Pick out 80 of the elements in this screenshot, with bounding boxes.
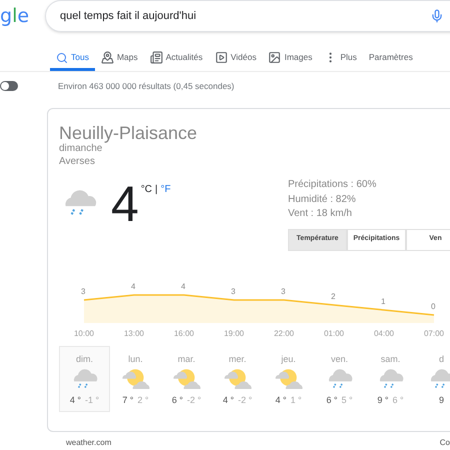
low-temperature: -2 °	[238, 394, 252, 407]
search-tab[interactable]: Tous	[50, 47, 95, 71]
time-label: 10:00	[72, 328, 96, 340]
search-tab[interactable]: Maps	[94, 47, 144, 71]
search-field[interactable]: quel temps fait il aujourd'hui	[45, 0, 450, 32]
temperature-value: 4	[111, 178, 139, 230]
time-label: 07:00	[422, 328, 446, 340]
day-name: mar.	[178, 352, 196, 366]
search-icon	[56, 52, 68, 64]
low-temperature: -2 °	[187, 394, 202, 407]
microphone-icon[interactable]	[430, 9, 444, 23]
sun-cloud-icon	[272, 366, 304, 392]
safesearch-toggle[interactable]	[0, 81, 18, 91]
day-name: d	[438, 352, 444, 366]
high-temperature: 4 °	[222, 394, 234, 407]
data-label: 2	[331, 292, 336, 300]
data-label: 3	[231, 286, 236, 296]
image-icon	[268, 51, 282, 64]
data-label: 3	[281, 286, 286, 296]
time-label: 16:00	[172, 328, 196, 340]
search-tab[interactable]: Actualités	[144, 47, 209, 71]
low-temperature: -1 °	[85, 394, 100, 407]
high-temperature: 4 °	[275, 394, 286, 407]
condition-label: Averses	[59, 155, 96, 168]
search-tab[interactable]: Images	[262, 47, 318, 71]
day-name: ven.	[330, 352, 348, 366]
day-forecast[interactable]: ven. 6 ° 5 °	[314, 346, 365, 412]
time-label: 04:00	[372, 328, 396, 340]
time-label: 19:00	[222, 328, 246, 340]
day-name: dim.	[76, 352, 93, 366]
weather-detail: Humidité : 82%	[288, 192, 357, 206]
day-forecast[interactable]: lun. 7 ° 2 °	[110, 346, 161, 412]
day-name: jeu.	[281, 352, 296, 366]
high-temperature: 9	[438, 394, 444, 407]
search-tab[interactable]: Plus	[318, 47, 363, 71]
time-label: 01:00	[322, 328, 346, 340]
sun-cloud-icon	[222, 366, 254, 392]
low-temperature: 1 °	[290, 394, 302, 407]
data-label: 1	[381, 296, 386, 306]
high-temperature: 4 °	[70, 394, 81, 407]
time-label: 13:00	[122, 328, 146, 340]
high-temperature: 6 °	[326, 394, 338, 407]
low-temperature: 2 °	[138, 394, 149, 407]
day-forecast[interactable]: dim. 4 ° -1 °	[59, 346, 110, 412]
result-stats: Environ 463 000 000 résultats (0,45 secondes)	[58, 80, 234, 92]
search-tab[interactable]: Paramètres	[362, 47, 419, 71]
location-title: Neuilly-Plaisance	[59, 123, 198, 143]
sun-cloud-icon	[120, 366, 152, 392]
celsius-unit[interactable]: °C	[140, 182, 152, 197]
unit-separator: |	[155, 183, 158, 197]
data-label: 0	[431, 302, 436, 310]
fahrenheit-unit[interactable]: °F	[160, 182, 171, 197]
high-temperature: 6 °	[172, 394, 183, 407]
weather-detail: Vent : 18 km/h	[288, 207, 353, 221]
day-name: lun.	[128, 352, 143, 366]
source-link[interactable]: weather.com	[66, 437, 112, 449]
day-forecast[interactable]: sam. 9 ° 6 °	[365, 346, 416, 412]
day-forecast[interactable]: mer. 4 ° -2 °	[212, 346, 263, 412]
newspaper-icon	[150, 51, 163, 64]
weather-detail: Précipitations : 60%	[288, 178, 378, 192]
day-forecast[interactable]: jeu. 4 ° 1 °	[263, 346, 314, 412]
high-temperature: 9 °	[377, 394, 388, 407]
day-label: dimanche	[59, 143, 104, 155]
day-forecast[interactable]: d 9	[416, 346, 450, 412]
map-icon	[100, 51, 114, 64]
low-temperature: 5 °	[342, 394, 353, 407]
data-label: 3	[81, 286, 86, 296]
day-forecast[interactable]: mar. 6 ° -2 °	[161, 346, 212, 412]
low-temperature: 6 °	[392, 394, 404, 407]
high-temperature: 7 °	[122, 394, 134, 407]
data-label: 4	[131, 282, 136, 290]
time-label: 22:00	[272, 328, 296, 340]
data-label: 4	[181, 282, 186, 290]
search-tab[interactable]: Vidéos	[208, 47, 262, 71]
footer-link[interactable]: Co	[440, 437, 450, 449]
play-icon	[214, 51, 228, 64]
sun-cloud-icon	[170, 366, 202, 392]
day-name: mer.	[228, 352, 246, 366]
day-name: sam.	[380, 352, 400, 366]
logo[interactable]: gle	[0, 2, 45, 30]
